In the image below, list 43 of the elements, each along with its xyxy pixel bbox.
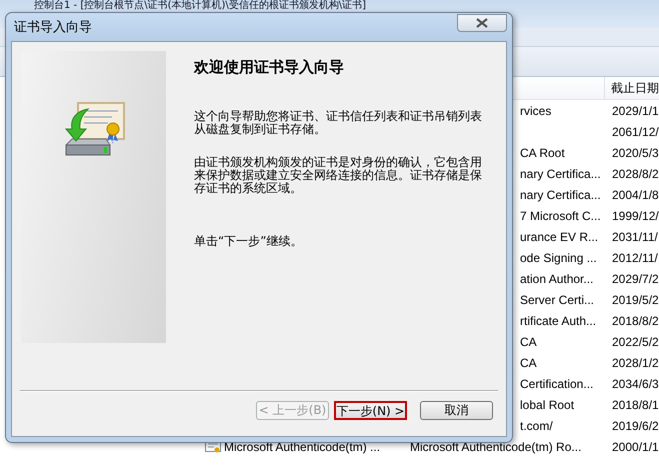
paragraph: 单击“下一步”继续。 — [194, 235, 304, 248]
table-cell: 2020/5/3 — [612, 146, 659, 160]
table-cell: rtificate Auth... — [520, 314, 596, 328]
table-cell: 2034/6/3 — [612, 376, 659, 390]
table-cell: ation Author... — [520, 272, 594, 286]
close-icon — [476, 18, 488, 28]
paragraph: 由证书颁发机构颁发的证书是对身份的确认，它包含用来保护数据或建立安全网络连接的信息。证书存储是保存证书的系统区域。 — [194, 156, 483, 195]
table-cell: 2018/8/1 — [612, 398, 659, 412]
table-cell: 2004/1/8 — [612, 188, 659, 202]
table-cell: 2031/11/ — [612, 230, 658, 244]
wizard-button[interactable]: 下一步(N) > — [334, 401, 407, 420]
table-cell: Server Certi... — [520, 292, 594, 306]
table-cell: 1999/12/ — [612, 208, 659, 222]
paragraph: 这个向导帮助您将证书、证书信任列表和证书吊销列表从磁盘复制到证书存储。 — [194, 110, 483, 136]
table-cell: Microsoft Authenticode(tm) Ro... — [410, 440, 582, 454]
table-cell: 2022/5/2 — [612, 334, 659, 348]
wizard-button[interactable]: 取消 — [420, 401, 493, 420]
table-cell: ode Signing ... — [520, 250, 597, 264]
table-cell: 2019/6/2 — [612, 418, 659, 432]
table-cell: rvices — [520, 104, 552, 118]
table-cell: 2018/8/2 — [612, 314, 659, 328]
table-cell: CA — [520, 356, 537, 370]
table-cell: Certification... — [520, 376, 594, 390]
table-cell: urance EV R... — [520, 230, 598, 244]
table-cell: 2012/11/ — [612, 250, 658, 264]
table-cell: CA — [520, 334, 537, 348]
wizard-heading: 欢迎使用证书导入向导 — [194, 58, 345, 77]
table-cell: 2029/1/1 — [612, 104, 659, 118]
table-cell: Microsoft Authenticode(tm) ... — [224, 440, 380, 454]
table-cell: 2028/1/2 — [612, 356, 659, 370]
table-cell: CA Root — [520, 146, 565, 160]
table-cell: nary Certifica... — [520, 188, 601, 202]
close-button[interactable] — [457, 14, 507, 32]
table-cell: 7 Microsoft C... — [520, 208, 601, 222]
table-cell: 2028/8/2 — [612, 166, 659, 180]
column-header[interactable]: 截止日期 — [605, 77, 659, 99]
table-cell: lobal Root — [520, 398, 574, 412]
table-cell: t.com/ — [520, 418, 553, 432]
table-cell: 2000/1/1 — [612, 440, 659, 454]
table-cell: 2061/12/ — [612, 124, 659, 138]
table-cell: 2029/7/2 — [612, 272, 659, 286]
table-cell: nary Certifica... — [520, 166, 601, 180]
table-cell: 2019/5/2 — [612, 292, 659, 306]
